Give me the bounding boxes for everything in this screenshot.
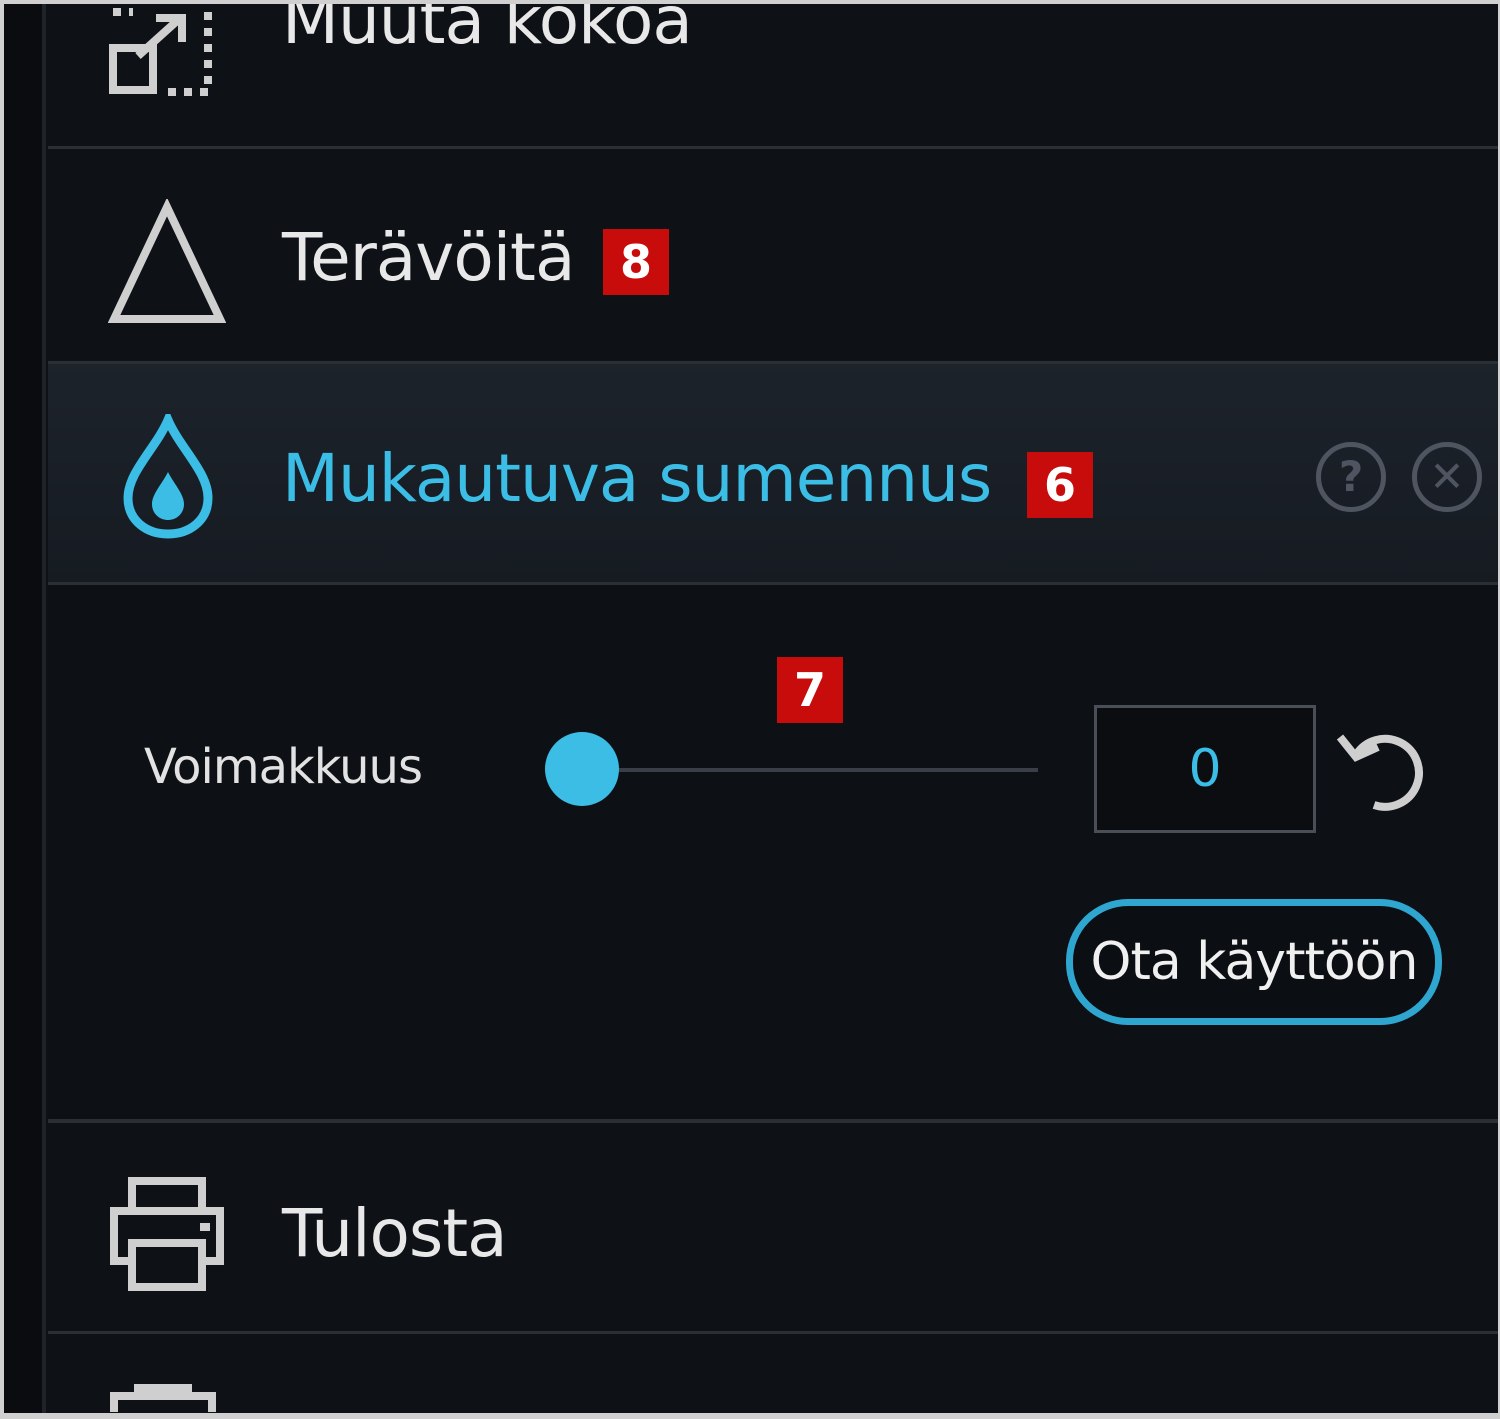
close-icon[interactable]: ✕ xyxy=(1412,442,1482,512)
resize-icon xyxy=(108,8,218,102)
undo-icon[interactable] xyxy=(1334,725,1424,815)
menu-item-sharpen[interactable]: Terävöitä 8 xyxy=(48,149,1498,364)
adaptive-blur-panel: 7 Voimakkuus 0 Ota käyttöön xyxy=(48,585,1498,1123)
annotation-badge: 6 xyxy=(1027,452,1093,518)
help-icon[interactable]: ? xyxy=(1316,442,1386,512)
triangle-icon xyxy=(107,197,227,329)
printer-icon xyxy=(108,1175,226,1297)
menu-item-label: Tulosta xyxy=(282,1195,508,1272)
menu-item-label: Muuta kokoa xyxy=(282,4,693,59)
droplet-icon xyxy=(120,408,216,544)
menu-item-resize[interactable]: Muuta kokoa xyxy=(48,4,1498,149)
strength-label: Voimakkuus xyxy=(144,739,423,795)
menu-item-label: Mukautuva sumennus xyxy=(282,440,992,517)
annotation-badge: 8 xyxy=(603,229,669,295)
strength-slider-track[interactable] xyxy=(580,768,1038,772)
strength-value-input[interactable]: 0 xyxy=(1094,705,1316,833)
apply-button[interactable]: Ota käyttöön xyxy=(1066,899,1442,1025)
menu-item-print[interactable]: Tulosta xyxy=(48,1123,1498,1334)
toolbox-icon xyxy=(108,1382,218,1413)
menu-item-label: Terävöitä xyxy=(282,219,575,296)
menu-item-adaptive-blur[interactable]: Mukautuva sumennus 6 ? ✕ xyxy=(48,364,1498,585)
tools-panel: Muuta kokoa Terävöitä 8 Mukautuva sumenn… xyxy=(4,4,1498,1413)
left-rail xyxy=(4,4,46,1413)
menu-item-next[interactable] xyxy=(48,1334,1498,1413)
strength-slider-thumb[interactable] xyxy=(545,732,619,806)
annotation-badge: 7 xyxy=(777,657,843,723)
